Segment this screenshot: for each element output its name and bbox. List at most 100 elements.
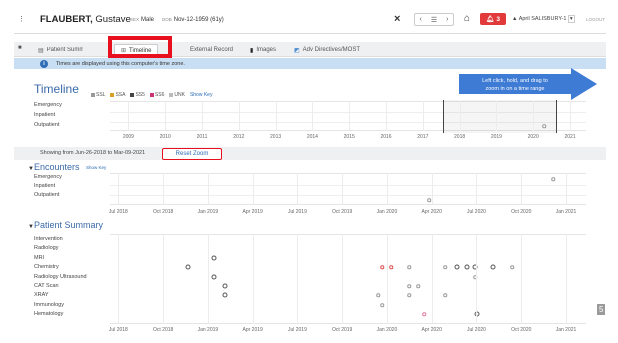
chevron-right-icon[interactable]: › — [446, 16, 448, 23]
axis-tick-label: Jan 2021 — [555, 327, 577, 333]
info-text: Times are displayed using this computer'… — [56, 60, 185, 67]
event-point[interactable] — [380, 303, 384, 307]
event-point[interactable] — [222, 292, 228, 298]
encounters-title-text: Encounters — [33, 162, 80, 172]
event-point[interactable] — [211, 274, 217, 280]
grid-line — [566, 234, 567, 324]
grid-line — [165, 101, 167, 131]
event-point[interactable] — [211, 255, 217, 261]
patient-summary-plot[interactable] — [110, 234, 586, 324]
event-point[interactable] — [443, 265, 447, 269]
grid-line — [297, 234, 299, 324]
outpatient-encounter-point[interactable] — [542, 124, 546, 128]
list-icon[interactable]: ☰ — [431, 16, 437, 24]
user-icon: ▲ — [512, 16, 518, 22]
legend-swatch — [169, 92, 174, 97]
timeline-row-emergency: Emergency — [34, 102, 62, 108]
legend-label: SSL — [96, 92, 106, 98]
grid-line — [386, 234, 388, 324]
event-point[interactable] — [416, 284, 420, 288]
grid-line — [207, 234, 209, 324]
event-point[interactable] — [380, 265, 384, 269]
event-point[interactable] — [376, 293, 380, 297]
axis-tick-label: Apr 2019 — [242, 209, 263, 215]
event-point[interactable] — [222, 283, 228, 289]
zoom-instruction-callout: Left click, hold, and drag to zoom in on… — [459, 68, 597, 100]
legend-label: SS5 — [135, 92, 145, 98]
menu-icon[interactable]: ■ — [18, 45, 22, 51]
user-menu[interactable]: ▲ April SALISBURY-1 ▾ — [512, 15, 575, 23]
axis-tick-label: Jul 2018 — [108, 327, 128, 333]
event-point[interactable] — [551, 177, 555, 181]
grid-line — [163, 173, 165, 205]
tab-label: Patient Summary — [46, 47, 83, 53]
event-point[interactable] — [510, 265, 514, 269]
encounters-show-key[interactable]: Show Key — [86, 165, 106, 170]
patient-list-nav[interactable]: ‹ ☰ › — [414, 13, 454, 26]
grid-line — [238, 101, 240, 131]
axis-tick-label: Apr 2019 — [242, 327, 263, 333]
axis-tick-label: 2013 — [270, 134, 282, 140]
tab-images[interactable]: ▮ Images — [250, 44, 276, 56]
axis-tick-label: 2019 — [490, 134, 502, 140]
axis-tick-label: Jul 2020 — [467, 327, 486, 333]
close-patient-icon[interactable]: × — [394, 13, 400, 25]
encounter-row-outpatient: Outpatient — [34, 192, 60, 198]
encounters-plot[interactable] — [110, 173, 586, 205]
patient-given-name: Gustave — [95, 14, 131, 25]
chevron-left-icon[interactable]: ‹ — [420, 16, 422, 23]
event-point[interactable] — [464, 264, 470, 270]
event-point[interactable] — [407, 284, 411, 288]
event-point[interactable] — [490, 264, 496, 270]
axis-tick-label: Oct 2018 — [152, 327, 174, 333]
axis-tick-label: Jan 2020 — [376, 327, 398, 333]
event-point[interactable] — [422, 312, 426, 316]
sex-value: Male — [141, 17, 155, 23]
grid-line — [342, 173, 344, 205]
event-point[interactable] — [407, 293, 411, 297]
legend-label: SS6 — [154, 92, 165, 98]
tab-adv-directives[interactable]: ◩ Adv Directives/MOST — [294, 44, 360, 56]
summary-row-label: XRAY — [34, 292, 49, 299]
tab-external-record[interactable]: External Record — [190, 44, 233, 56]
timeline-overview-plot[interactable] — [110, 100, 586, 133]
alert-count: 3 — [496, 15, 500, 23]
event-point[interactable] — [454, 264, 460, 270]
axis-tick-label: Jan 2019 — [197, 327, 219, 333]
tab-patient-summary[interactable]: ▤Patient Summary — [38, 44, 83, 56]
alerts-button[interactable]: 🔔︎ 3 — [480, 13, 506, 25]
summary-row-label: Chemistry — [34, 264, 59, 271]
timeline-legend: SSL SSA SS5 SS6 UNK Show Key — [91, 92, 212, 98]
patient-summary-title[interactable]: ▼Patient Summary — [28, 220, 103, 230]
callout-arrow — [459, 68, 597, 100]
event-point[interactable] — [185, 264, 191, 270]
reset-zoom-button[interactable]: Reset Zoom — [162, 148, 222, 160]
event-point[interactable] — [443, 293, 447, 297]
legend-label: UNK — [174, 92, 185, 98]
encounters-title[interactable]: ▼Encounters — [28, 162, 79, 172]
patient-family-name: FLAUBERT, — [40, 14, 93, 25]
dob-label: DOB — [162, 17, 172, 22]
timeline-title: Timeline — [34, 82, 79, 96]
bell-icon: 🔔︎ — [486, 16, 495, 23]
event-point[interactable] — [389, 265, 393, 269]
logout-link[interactable]: LOGOUT — [586, 17, 605, 22]
grid-line — [533, 101, 535, 131]
tab-timeline[interactable]: ⊞ Timeline — [114, 44, 159, 56]
sidebar-toggle-icon[interactable]: ⋮ — [18, 15, 25, 23]
callout-line-1: Left click, hold, and drag to — [482, 78, 548, 84]
event-point[interactable] — [407, 265, 411, 269]
timeline-show-key[interactable]: Show Key — [190, 92, 213, 98]
event-point[interactable] — [427, 198, 431, 202]
legend-item: SS5 — [130, 92, 145, 98]
home-icon[interactable]: ⌂ — [464, 13, 470, 24]
ehr-app-window: ⋮ FLAUBERT, Gustave SEX Male DOB Nov-12-19… — [14, 6, 606, 337]
axis-tick-label: Oct 2019 — [332, 209, 353, 215]
grid-line — [459, 101, 461, 131]
grid-line — [275, 101, 277, 131]
legend-item: UNK — [169, 92, 185, 98]
grid-line — [521, 234, 523, 324]
grid-line — [431, 173, 433, 205]
axis-tick-label: Oct 2018 — [152, 209, 174, 215]
grid-line — [252, 234, 254, 324]
